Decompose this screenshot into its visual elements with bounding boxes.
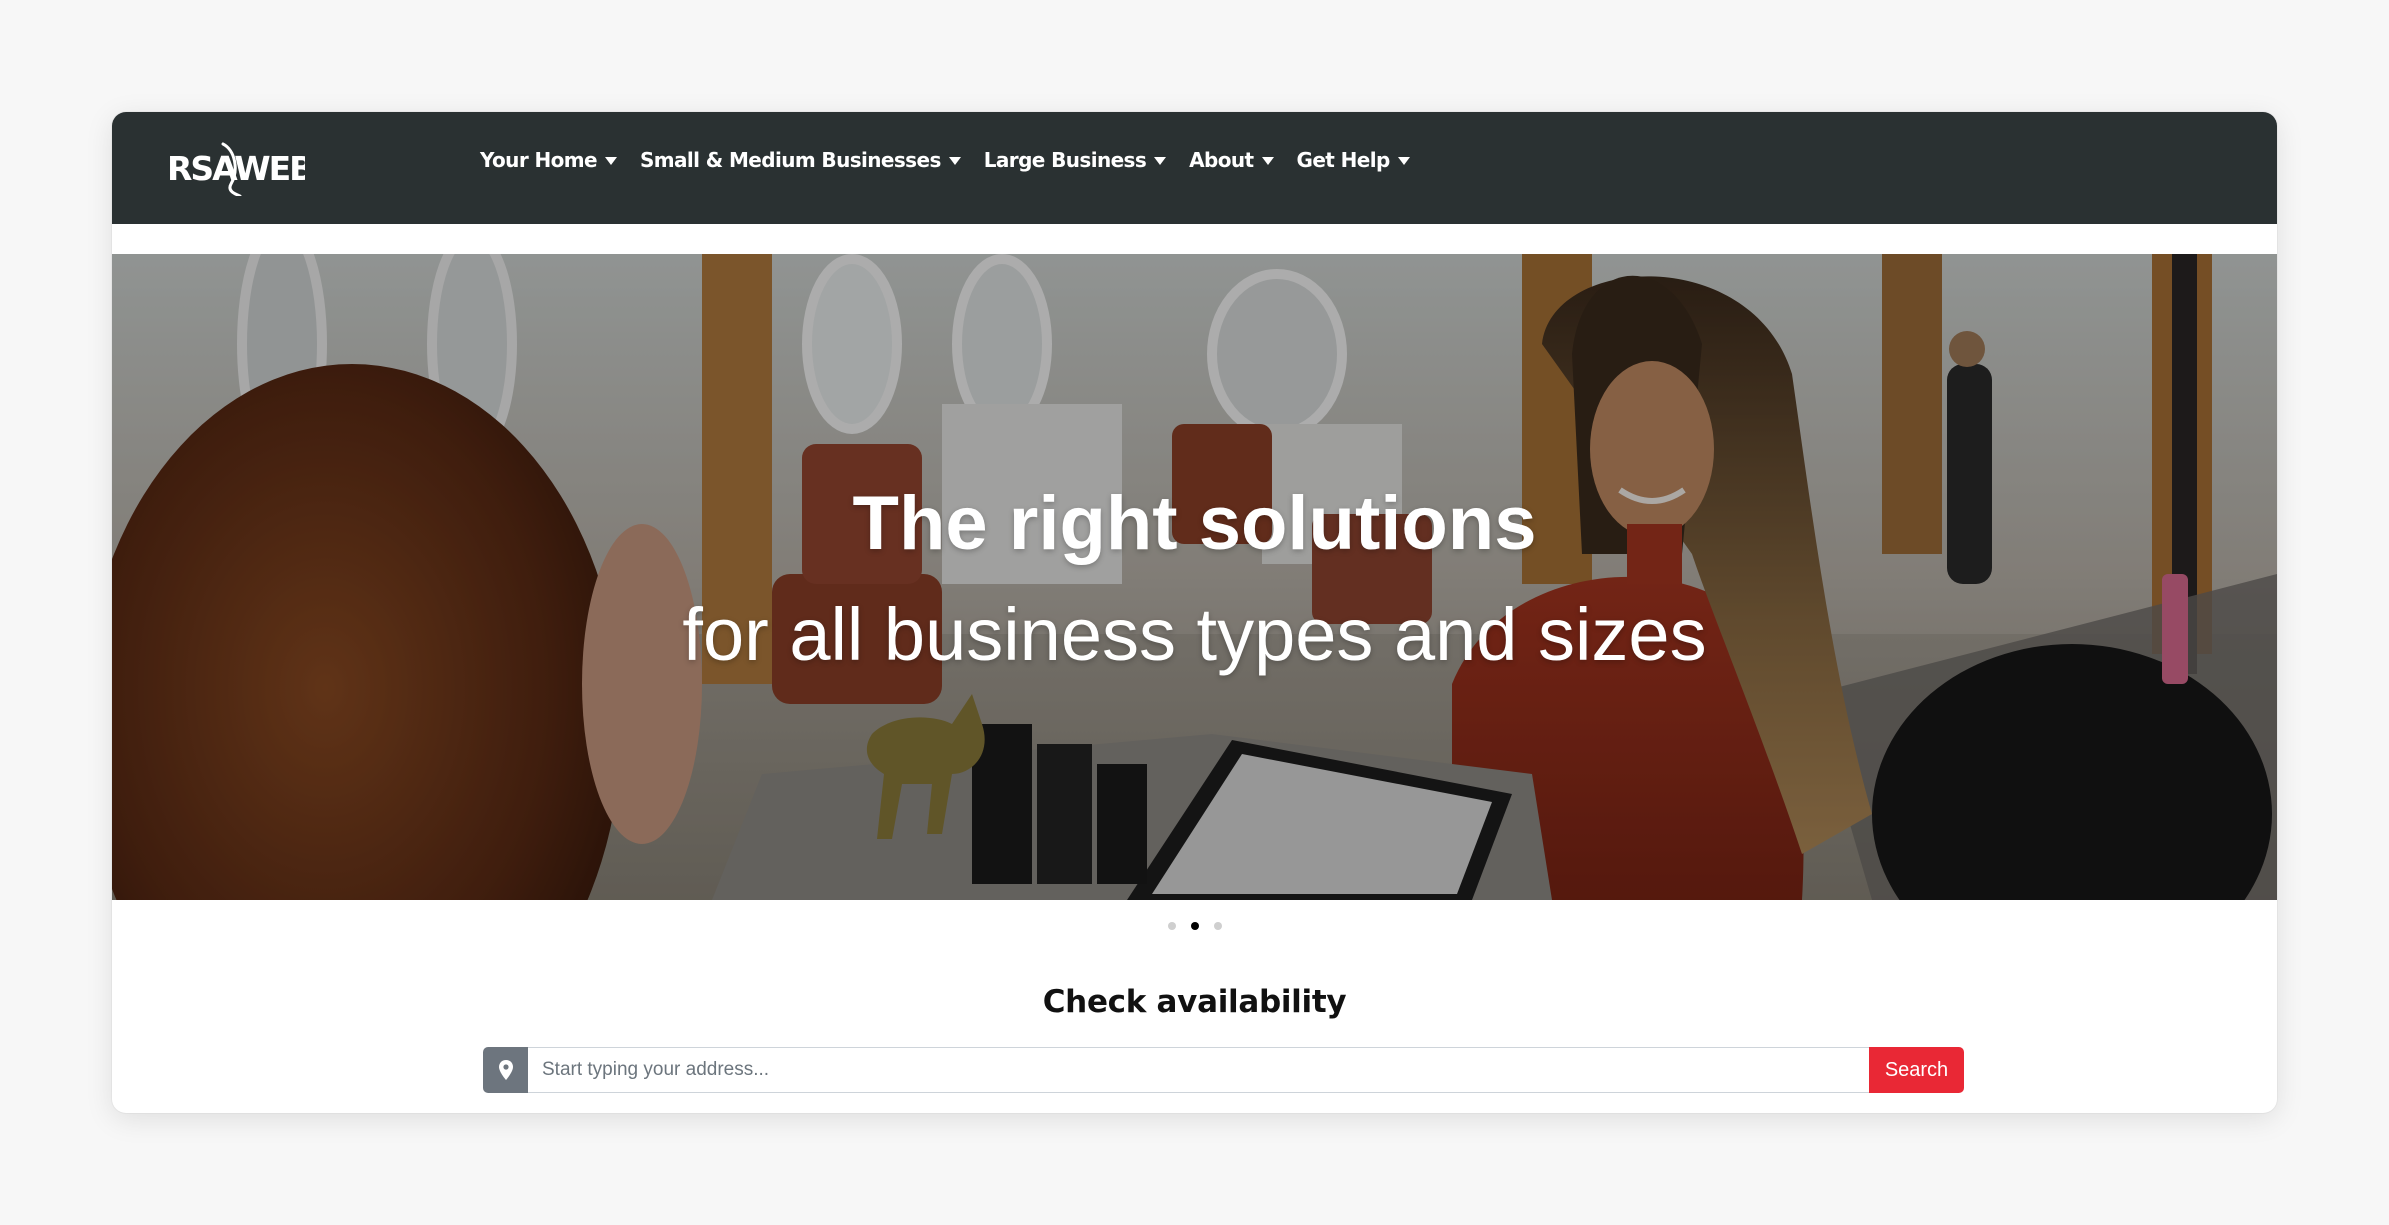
nav-item-label: Get Help xyxy=(1296,147,1391,172)
carousel-dot-1[interactable] xyxy=(1167,922,1176,930)
location-addon xyxy=(483,1047,528,1093)
map-pin-icon xyxy=(498,1060,513,1080)
caret-down-icon xyxy=(1261,156,1274,165)
caret-down-icon xyxy=(1154,156,1167,165)
rsaweb-logo[interactable]: RSAWEB xyxy=(165,136,314,198)
nav-item-get-help[interactable]: Get Help xyxy=(1297,148,1410,172)
hero-title: The right solutions xyxy=(852,481,1537,566)
page-card: RSAWEB Your Home Small & Medium Business… xyxy=(112,112,2277,1113)
nav-item-label: Your Home xyxy=(480,147,598,172)
nav-item-about[interactable]: About xyxy=(1189,147,1274,172)
hero-dark-overlay xyxy=(112,254,2277,900)
address-input[interactable] xyxy=(528,1047,1869,1093)
nav-item-label: Small & Medium Businesses xyxy=(639,147,941,172)
nav-item-label: About xyxy=(1189,147,1254,172)
hero-subtitle: for all business types and sizes xyxy=(682,593,1707,676)
nav-item-label: Large Business xyxy=(983,147,1147,172)
nav-item-large-business[interactable]: Large Business xyxy=(983,147,1167,172)
nav-item-your-home[interactable]: Your Home xyxy=(480,148,617,172)
caret-down-icon xyxy=(604,156,617,165)
top-navbar: RSAWEB Your Home Small & Medium Business… xyxy=(112,112,2277,224)
carousel-dot-2-active[interactable] xyxy=(1190,922,1199,930)
search-button[interactable]: Search xyxy=(1869,1047,1964,1093)
address-search-form: Search xyxy=(483,1047,1964,1093)
main-nav: Your Home Small & Medium Businesses Larg… xyxy=(480,112,1433,207)
caret-down-icon xyxy=(948,156,961,165)
carousel-indicators xyxy=(112,922,2277,930)
caret-down-icon xyxy=(1397,156,1410,165)
nav-item-small-medium-businesses[interactable]: Small & Medium Businesses xyxy=(640,148,961,172)
check-availability-heading: Check availability xyxy=(1042,984,1347,1020)
hero-banner[interactable]: The right solutions for all business typ… xyxy=(112,254,2277,900)
logo-mark-icon: RSAWEB xyxy=(167,142,314,198)
carousel-dot-3[interactable] xyxy=(1213,922,1222,930)
